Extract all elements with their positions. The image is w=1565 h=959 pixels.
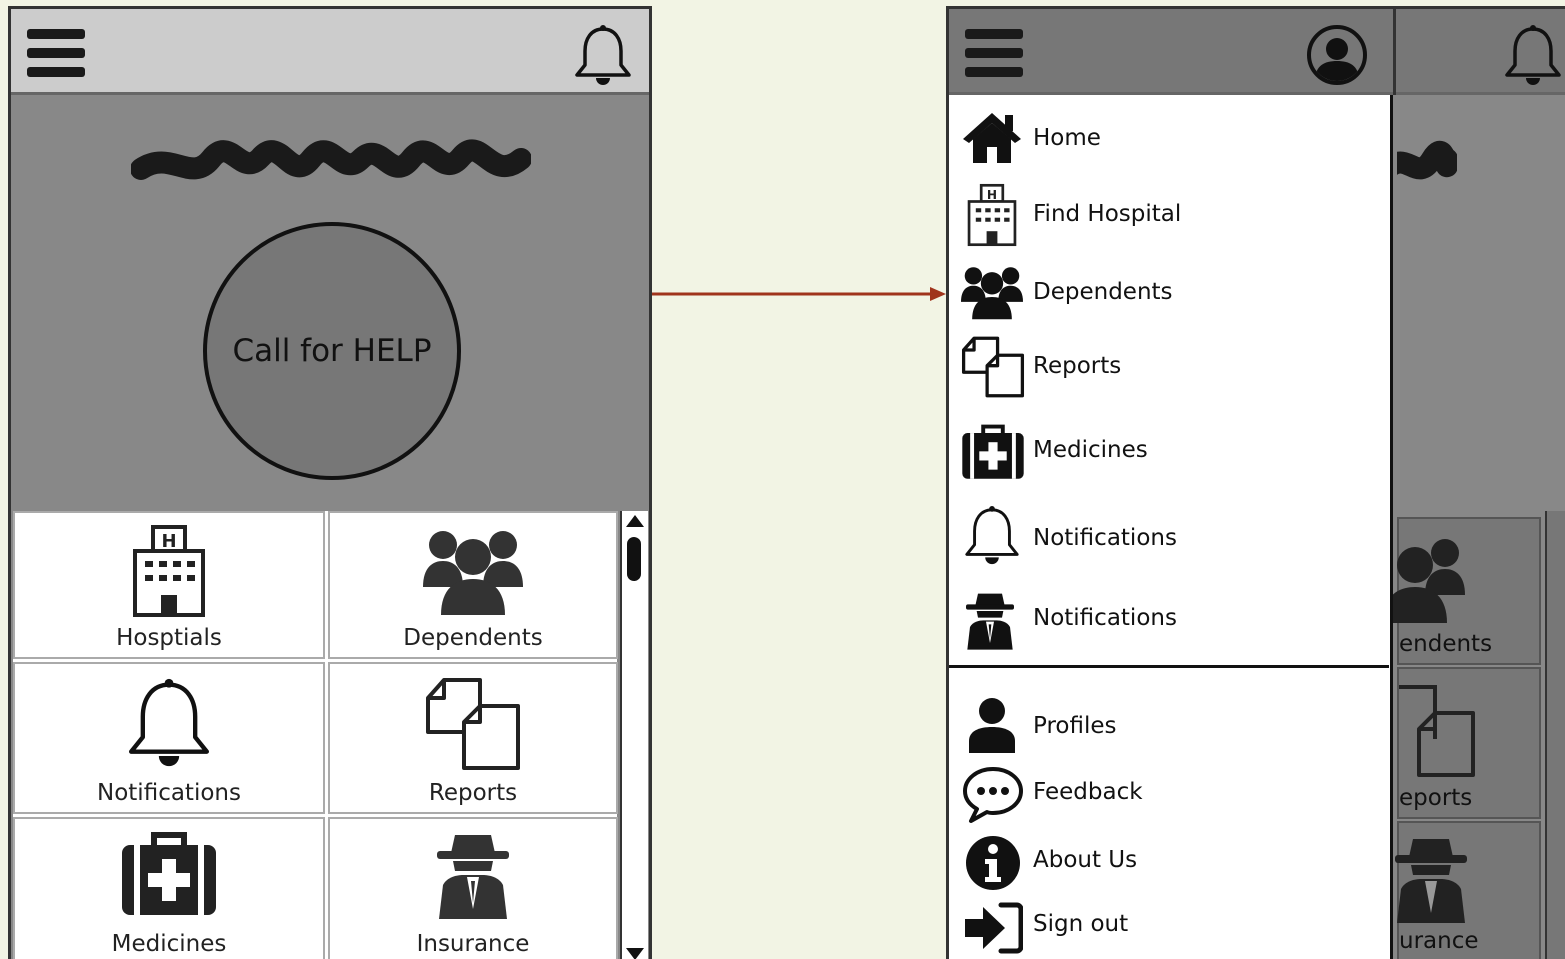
menu-item-about-us[interactable]: About Us: [949, 831, 1389, 895]
scroll-up-arrow-icon[interactable]: [626, 515, 644, 527]
documents-icon: [1399, 685, 1475, 777]
bg-tile-insurance: urance: [1395, 821, 1541, 959]
tile-dependents[interactable]: Dependents: [328, 511, 618, 659]
medical-kit-icon: [122, 832, 216, 915]
menu-item-label: Reports: [1033, 353, 1122, 379]
tile-notifications[interactable]: Notifications: [13, 662, 325, 814]
bg-label: eports: [1399, 785, 1473, 811]
logo-scribble: [131, 139, 531, 180]
scrollbar[interactable]: [620, 511, 648, 959]
background-scrollbar: [1545, 511, 1565, 959]
feature-grid: H Hosptials Dependents Notifications Rep…: [13, 511, 618, 959]
tile-label: Notifications: [97, 780, 241, 806]
tile-label: Hosptials: [116, 625, 222, 651]
sign-out-icon: [965, 902, 1023, 954]
user-icon: [969, 698, 1015, 753]
menu-item-dependents[interactable]: Dependents: [949, 259, 1389, 325]
menu-item-medicines[interactable]: Medicines: [949, 419, 1389, 485]
user-icon: [1315, 38, 1359, 81]
menu-item-label: Profiles: [1033, 713, 1117, 739]
spy-icon: [437, 835, 509, 919]
group-icon: [423, 531, 523, 615]
tile-hospitals[interactable]: H Hosptials: [13, 511, 325, 659]
tile-label: Medicines: [111, 931, 227, 957]
bell-icon: [129, 678, 209, 767]
info-icon: [966, 836, 1020, 890]
call-for-help-button[interactable]: Call for HELP: [203, 222, 461, 480]
bg-tile-dependents: endents: [1383, 517, 1541, 665]
menu-item-label: Medicines: [1033, 437, 1148, 463]
side-menu: Home H Find Hospital Dependents Reports …: [949, 95, 1393, 959]
tile-insurance[interactable]: Insurance: [328, 817, 618, 959]
bg-label: urance: [1399, 928, 1479, 954]
tile-label: Dependents: [403, 625, 543, 651]
menu-item-label: Notifications: [1033, 605, 1177, 631]
spy-icon: [966, 593, 1014, 650]
menu-item-label: Sign out: [1033, 911, 1129, 937]
documents-icon: [961, 336, 1025, 398]
documents-icon: [426, 678, 520, 770]
tile-medicines[interactable]: Medicines: [13, 817, 325, 959]
group-icon: [961, 267, 1023, 320]
scroll-down-arrow-icon[interactable]: [626, 948, 644, 959]
spy-icon: [1395, 839, 1467, 923]
bell-icon[interactable]: [571, 23, 635, 89]
menu-separator: [949, 665, 1389, 668]
hospital-icon: H: [967, 183, 1017, 247]
bg-tile-reports: eports: [1397, 667, 1541, 819]
speech-bubble-icon: [963, 767, 1023, 823]
menu-item-label: Home: [1033, 125, 1101, 151]
top-bar: [949, 9, 1565, 95]
menu-item-feedback[interactable]: Feedback: [949, 763, 1389, 827]
menu-screen: endents eports urance Home H Find Hospit…: [946, 6, 1565, 959]
tile-reports[interactable]: Reports: [328, 662, 618, 814]
bg-label: endents: [1399, 631, 1493, 657]
menu-item-profiles[interactable]: Profiles: [949, 693, 1389, 757]
hospital-icon: H: [133, 525, 205, 617]
scroll-thumb[interactable]: [627, 537, 641, 581]
menu-item-label: Feedback: [1033, 779, 1143, 805]
medical-kit-icon: [962, 424, 1024, 479]
home-icon: [963, 113, 1021, 163]
bell-icon: [965, 505, 1019, 565]
avatar-icon[interactable]: [1307, 25, 1367, 85]
menu-item-notifications[interactable]: Notifications: [949, 503, 1389, 571]
bell-icon[interactable]: [1501, 23, 1565, 89]
menu-item-sign-out[interactable]: Sign out: [949, 899, 1389, 959]
hamburger-menu-icon[interactable]: [965, 29, 1023, 81]
menu-item-label: Find Hospital: [1033, 201, 1182, 227]
background-grid: endents eports urance: [1383, 511, 1541, 959]
hamburger-menu-icon[interactable]: [27, 29, 85, 81]
tile-label: Insurance: [416, 931, 530, 957]
menu-item-notifications-spy[interactable]: Notifications: [949, 585, 1389, 655]
menu-item-label: Dependents: [1033, 279, 1173, 305]
home-screen: Call for HELP H Hosptials Dependents Not…: [8, 6, 652, 959]
tile-label: Reports: [428, 780, 518, 806]
svg-text:H: H: [161, 531, 176, 552]
menu-item-find-hospital[interactable]: H Find Hospital: [949, 181, 1389, 251]
logo-scribble: [1397, 140, 1457, 180]
svg-text:H: H: [987, 188, 997, 202]
menu-item-label: Notifications: [1033, 525, 1177, 551]
menu-item-home[interactable]: Home: [949, 105, 1389, 171]
menu-item-label: About Us: [1033, 847, 1138, 873]
top-bar: [11, 9, 649, 95]
header-divider: [1393, 9, 1396, 95]
menu-item-reports[interactable]: Reports: [949, 333, 1389, 405]
